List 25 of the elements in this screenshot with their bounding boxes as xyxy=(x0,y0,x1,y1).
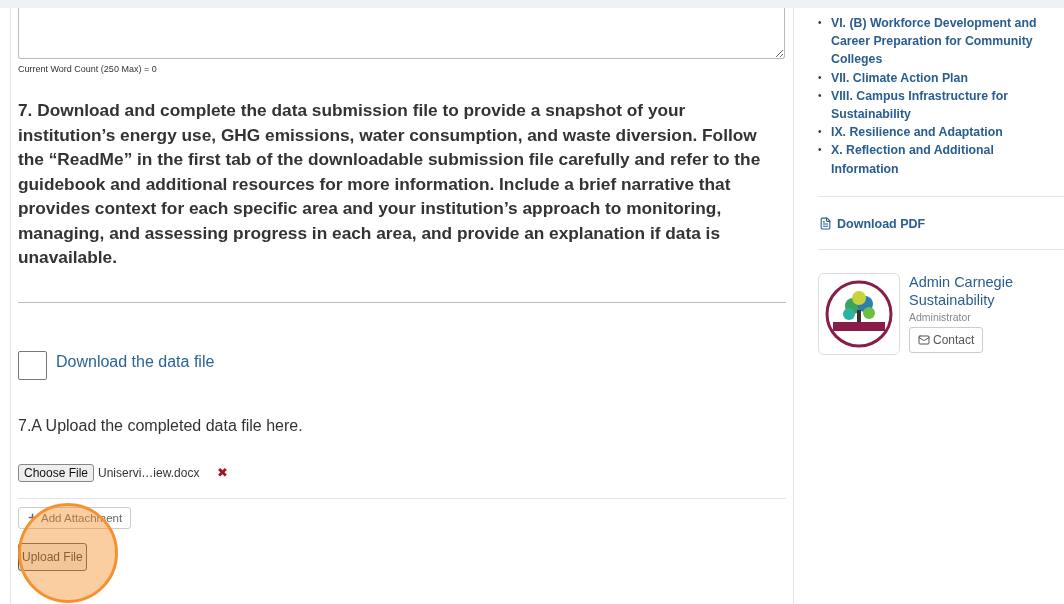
contact-button[interactable]: Contact xyxy=(909,326,984,353)
section-link[interactable]: VIII. Campus Infrastructure for Sustainability xyxy=(831,86,1041,124)
pdf-icon xyxy=(819,217,832,231)
bullet: • xyxy=(818,125,823,140)
download-link[interactable]: Download the data file xyxy=(56,352,215,371)
bullet: • xyxy=(818,143,823,158)
word-count: Current Word Count (250 Max) = 0 xyxy=(18,64,158,74)
bullet: • xyxy=(818,88,823,103)
question-text: 7. Download and complete the data submission file to provide a snapshot of your institution’s energy use, GHG emissions, water consumption, and waste diversion. Follow the “ReadMe” in the first tab of the downloadable submission file carefully and refer to the guidebook and additional resources for more information. Include a brief narrative that provides context for each specific area and your institution’s approach to monitoring, managing, and assessing progress in each area, and provide an explanation if data is unavailable. xyxy=(18,99,762,269)
upload-file-button[interactable]: Upload File xyxy=(18,542,87,571)
upload-prompt: 7.A Upload the completed data file here. xyxy=(18,416,304,435)
section-link[interactable]: IX. Resilience and Adaptation xyxy=(831,123,1041,142)
bullet: • xyxy=(818,16,823,30)
contact-name[interactable]: Admin Carnegie Sustainability xyxy=(909,272,1049,309)
download-pdf-link[interactable]: Download PDF xyxy=(819,216,1064,231)
section-link[interactable]: X. Reflection and Additional Information xyxy=(831,141,1041,178)
section-link[interactable]: VI. (B) Workforce Development and Career Preparation for Community Colleges xyxy=(831,14,1041,69)
mail-icon xyxy=(918,333,930,346)
bullet: • xyxy=(818,70,823,85)
file-name: Uniservi…iew.docx xyxy=(98,465,200,480)
contact-role: Administrator xyxy=(909,310,972,323)
remove-button[interactable]: ✖ xyxy=(217,465,229,480)
checkbox[interactable] xyxy=(18,350,47,380)
choose-file-button[interactable]: Choose File xyxy=(18,463,95,482)
section-link[interactable]: VII. Climate Action Plan xyxy=(831,68,1041,87)
